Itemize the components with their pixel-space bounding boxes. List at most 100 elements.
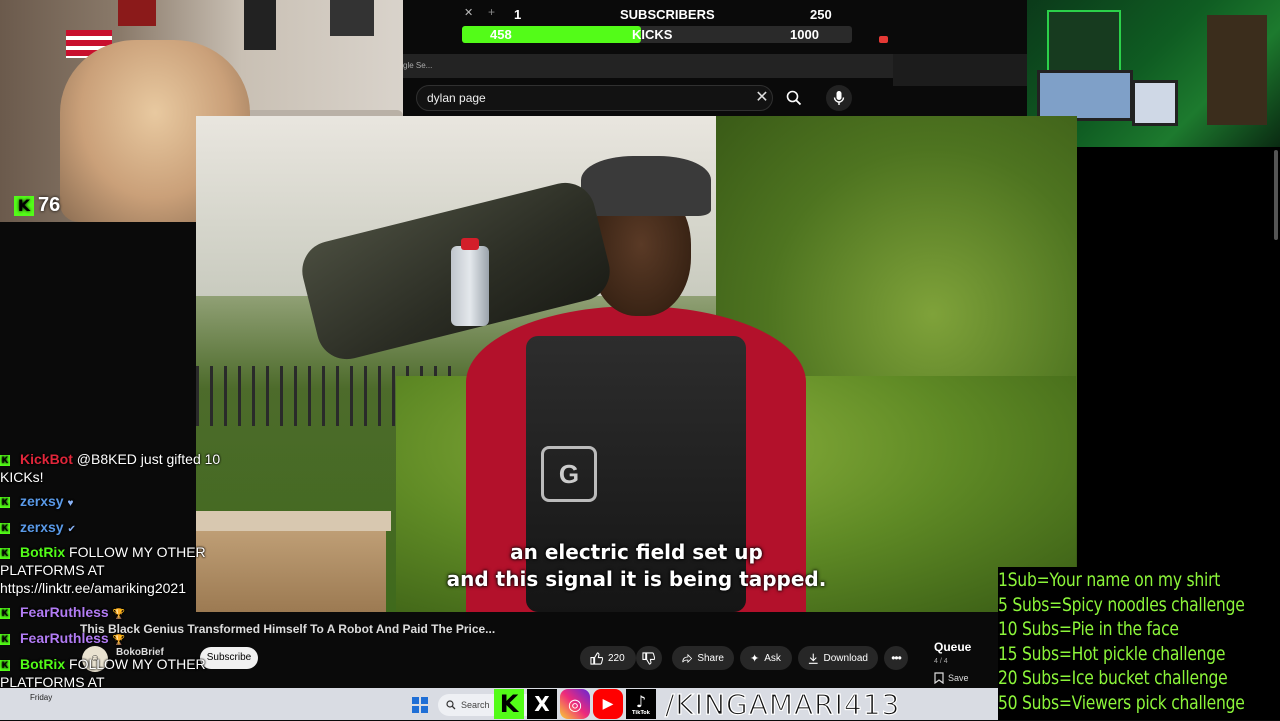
kick-badge-icon: K xyxy=(0,497,10,508)
monitor xyxy=(1132,80,1178,126)
kick-badge-icon: K xyxy=(0,660,10,671)
subscribers-current: 1 xyxy=(514,7,522,22)
chat-badge-icon: ♥ xyxy=(67,498,74,509)
search-icon xyxy=(446,700,456,710)
chat-username[interactable]: zerxsy xyxy=(20,519,64,535)
monitor xyxy=(1037,70,1133,121)
browser-tab[interactable]: gle Se... xyxy=(403,54,893,78)
queue-title: Queue xyxy=(934,640,972,654)
kicks-row: 458 KICKS 1000 xyxy=(462,26,852,43)
wall-poster xyxy=(118,0,156,26)
share-icon xyxy=(682,653,693,663)
kick-badge-icon: K xyxy=(0,548,10,559)
kick-badge-icon: K xyxy=(0,634,10,645)
sub-goal-bar: ✕ + 1 SUBSCRIBERS 250 458 KICKS 1000 xyxy=(462,4,852,43)
kick-badge-icon: K xyxy=(0,455,10,466)
chat-username[interactable]: BotRix xyxy=(20,656,65,672)
queue-panel[interactable]: Queue 4 / 4 Save xyxy=(926,632,998,688)
queue-count: 4 / 4 xyxy=(934,658,948,665)
viewer-count-value: 76 xyxy=(38,194,61,216)
chat-username[interactable]: FearRuthless xyxy=(20,630,109,646)
search-input[interactable]: dylan page xyxy=(416,85,773,111)
kick-logo-icon: K xyxy=(14,195,34,216)
subscribers-label: SUBSCRIBERS xyxy=(620,7,715,22)
kicks-target: 1000 xyxy=(790,27,819,42)
browser-panel xyxy=(879,36,1027,86)
scrollbar[interactable] xyxy=(1274,150,1278,240)
tab-label: gle Se... xyxy=(403,61,433,70)
taskbar-day: Friday xyxy=(30,693,53,702)
like-count: 220 xyxy=(608,652,625,664)
chat-text: @B8KED just gifted 10 xyxy=(76,451,221,467)
chat-message: K KickBot @B8KED just gifted 10 xyxy=(0,450,220,468)
clear-search-icon[interactable]: ✕ xyxy=(752,88,772,108)
instagram-icon: ◎ xyxy=(560,689,590,719)
thumbs-up-icon xyxy=(590,651,603,665)
chat-message: K BotRix FOLLOW MY OTHER xyxy=(0,543,206,561)
subscribe-button[interactable]: Subscribe xyxy=(200,647,258,669)
kick-icon: K xyxy=(494,689,524,719)
download-icon xyxy=(808,653,818,664)
sub-goals-list: 1Sub=Your name on my shirt 5 Subs=Spicy n… xyxy=(998,567,1280,720)
video-title[interactable]: This Black Genius Transformed Himself To… xyxy=(80,622,495,636)
x-icon: X xyxy=(527,689,557,719)
chat-message: Kzerxsy ✔ xyxy=(0,518,76,539)
thumbs-down-icon xyxy=(642,651,655,665)
shelf xyxy=(1047,10,1121,74)
chat-message: Kzerxsy ♥ xyxy=(0,492,73,513)
subscribers-row: 1 SUBSCRIBERS 250 xyxy=(462,6,852,23)
kicks-label: KICKS xyxy=(632,27,673,42)
wall-poster xyxy=(330,0,374,36)
ask-button[interactable]: ✦ Ask xyxy=(740,646,792,670)
microphone-icon xyxy=(833,91,845,105)
bottle-cap xyxy=(461,238,479,250)
taskbar-date: Friday xyxy=(30,693,52,703)
sub-goal-item: 50 Subs=Viewers pick challenge xyxy=(998,691,1245,714)
chat-badge-icon: ✔ xyxy=(67,524,76,535)
youtube-icon: ▶ xyxy=(593,689,623,719)
door xyxy=(1207,15,1267,125)
save-button[interactable]: Save xyxy=(934,672,969,684)
chat-badge-icon: 🏆 xyxy=(112,609,126,620)
chat-username[interactable]: FearRuthless xyxy=(20,604,109,620)
sub-goal-item: 10 Subs=Pie in the face xyxy=(998,618,1179,640)
chat-message: KICKs! xyxy=(0,468,44,486)
taskbar-search-label: Search xyxy=(461,700,490,710)
chat-username[interactable]: KickBot xyxy=(20,451,73,467)
kick-badge-icon: K xyxy=(0,608,10,619)
chat-text: FOLLOW MY OTHER xyxy=(69,656,206,672)
kicks-current: 458 xyxy=(490,27,512,42)
like-button[interactable]: 220 xyxy=(580,646,636,670)
video-crate-top xyxy=(196,511,391,531)
voice-search-button[interactable] xyxy=(826,85,852,111)
download-label: Download xyxy=(823,652,868,664)
chat-username[interactable]: BotRix xyxy=(20,544,65,560)
ask-label: Ask xyxy=(764,652,781,664)
streamer-handle: /KINGAMARI413 xyxy=(664,687,901,721)
chat-message: K FearRuthless 🏆 xyxy=(0,603,125,624)
sub-goal-item: 20 Subs=Ice bucket challenge xyxy=(998,667,1228,689)
chat-username[interactable]: zerxsy xyxy=(20,493,64,509)
more-actions-button[interactable]: ••• xyxy=(884,646,908,670)
search-button[interactable] xyxy=(781,86,807,110)
chat-message: K FearRuthless 🏆 xyxy=(0,629,125,650)
save-label: Save xyxy=(948,673,969,683)
kick-badge-icon: K xyxy=(0,523,10,534)
video-player[interactable]: G an electric field set up and this sign… xyxy=(196,116,1077,612)
social-strip: K X ◎ ▶ ♪ TikTok /KINGAMARI413 xyxy=(494,687,998,721)
sub-goal-item: 5 Subs=Spicy noodles challenge xyxy=(998,593,1245,616)
subscribers-target: 250 xyxy=(810,7,832,22)
chat-message: https://linktr.ee/amariking2021 xyxy=(0,579,186,597)
dislike-button[interactable] xyxy=(636,646,662,670)
share-button[interactable]: Share xyxy=(672,646,734,670)
chat-text: FOLLOW MY OTHER xyxy=(69,544,206,560)
windows-start-icon[interactable] xyxy=(412,697,428,713)
tiktok-label: TikTok xyxy=(632,710,650,716)
sub-goal-item: 15 Subs=Hot pickle challenge xyxy=(998,642,1226,665)
video-helmet xyxy=(581,156,711,216)
share-label: Share xyxy=(697,652,724,664)
download-button[interactable]: Download xyxy=(798,646,878,670)
tiktok-icon: ♪ TikTok xyxy=(626,689,656,719)
caption-line-1: an electric field set up xyxy=(510,540,763,564)
sparkle-icon: ✦ xyxy=(750,652,760,665)
